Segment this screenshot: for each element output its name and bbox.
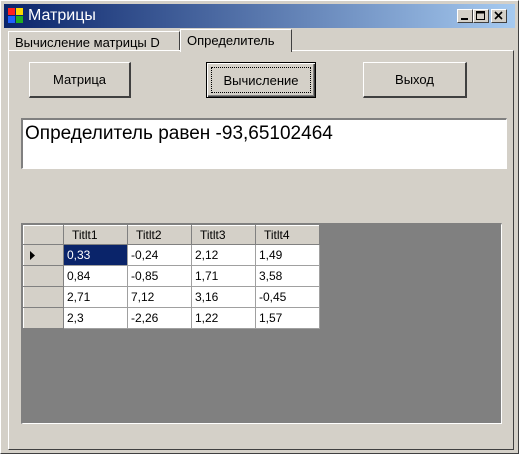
current-row-arrow-icon [30, 251, 35, 260]
row-header[interactable] [23, 286, 64, 308]
tab-matrix-d-label: Вычисление матрицы D [15, 35, 160, 50]
grid-cell[interactable]: -0,45 [255, 286, 320, 308]
tab-determinant-label: Определитель [187, 33, 275, 48]
exit-button[interactable]: Выход [363, 62, 467, 98]
table-row: 0,33 -0,24 2,12 1,49 [23, 244, 320, 266]
close-button[interactable] [491, 9, 507, 23]
grid-header-row: Titlt1 Titlt2 Titlt3 Titlt4 [23, 225, 320, 245]
table-row: 2,3 -2,26 1,22 1,57 [23, 307, 320, 329]
grid-corner-header[interactable] [23, 225, 64, 245]
grid-cell[interactable]: 7,12 [127, 286, 192, 308]
exit-button-label: Выход [395, 72, 434, 87]
app-window: Матрицы Вычисление матрицы D Определител… [0, 0, 519, 454]
grid-cell[interactable]: 1,71 [191, 265, 256, 287]
minimize-icon [461, 18, 468, 20]
table-row: 2,71 7,12 3,16 -0,45 [23, 286, 320, 308]
tab-determinant[interactable]: Определитель [180, 29, 292, 52]
matrix-button[interactable]: Матрица [29, 62, 131, 98]
table-row: 0,84 -0,85 1,71 3,58 [23, 265, 320, 287]
column-header[interactable]: Titlt2 [127, 225, 192, 245]
close-icon [494, 11, 503, 20]
column-header[interactable]: Titlt4 [255, 225, 320, 245]
grid-cell[interactable]: 2,12 [191, 244, 256, 266]
maximize-button[interactable] [473, 9, 489, 23]
grid-cell[interactable]: 2,71 [63, 286, 128, 308]
row-header[interactable] [23, 307, 64, 329]
matrix-button-label: Матрица [52, 72, 107, 87]
column-header[interactable]: Titlt1 [63, 225, 128, 245]
grid-cell[interactable]: 1,57 [255, 307, 320, 329]
tab-panel-determinant: Матрица Вычисление Выход Определитель ра… [8, 50, 514, 450]
title-bar[interactable]: Матрицы [4, 4, 515, 28]
maximize-icon [476, 11, 485, 20]
row-header[interactable] [23, 244, 64, 266]
column-header[interactable]: Titlt3 [191, 225, 256, 245]
grid-cell[interactable]: 2,3 [63, 307, 128, 329]
grid-cell[interactable]: 3,16 [191, 286, 256, 308]
grid-cell[interactable]: -0,24 [127, 244, 192, 266]
grid-cell[interactable]: 3,58 [255, 265, 320, 287]
app-icon[interactable] [8, 8, 24, 24]
compute-button[interactable]: Вычисление [206, 62, 316, 98]
grid-cell[interactable]: -0,85 [127, 265, 192, 287]
grid-cell[interactable]: 0,33 [63, 244, 128, 266]
window-title: Матрицы [28, 7, 96, 24]
tab-matrix-d[interactable]: Вычисление матрицы D [8, 31, 180, 51]
grid-cell[interactable]: 1,22 [191, 307, 256, 329]
focus-rect [211, 67, 311, 93]
row-header[interactable] [23, 265, 64, 287]
result-textbox[interactable]: Определитель равен -93,65102464 [21, 118, 507, 169]
grid-cell[interactable]: 0,84 [63, 265, 128, 287]
grid-cell[interactable]: -2,26 [127, 307, 192, 329]
matrix-grid[interactable]: Titlt1 Titlt2 Titlt3 Titlt4 0,33 -0,24 2… [21, 223, 502, 424]
tab-strip: Вычисление матрицы D Определитель [8, 29, 513, 52]
grid-cell[interactable]: 1,49 [255, 244, 320, 266]
minimize-button[interactable] [457, 9, 473, 23]
result-text: Определитель равен -93,65102464 [25, 123, 333, 144]
grid-table: Titlt1 Titlt2 Titlt3 Titlt4 0,33 -0,24 2… [23, 225, 320, 329]
